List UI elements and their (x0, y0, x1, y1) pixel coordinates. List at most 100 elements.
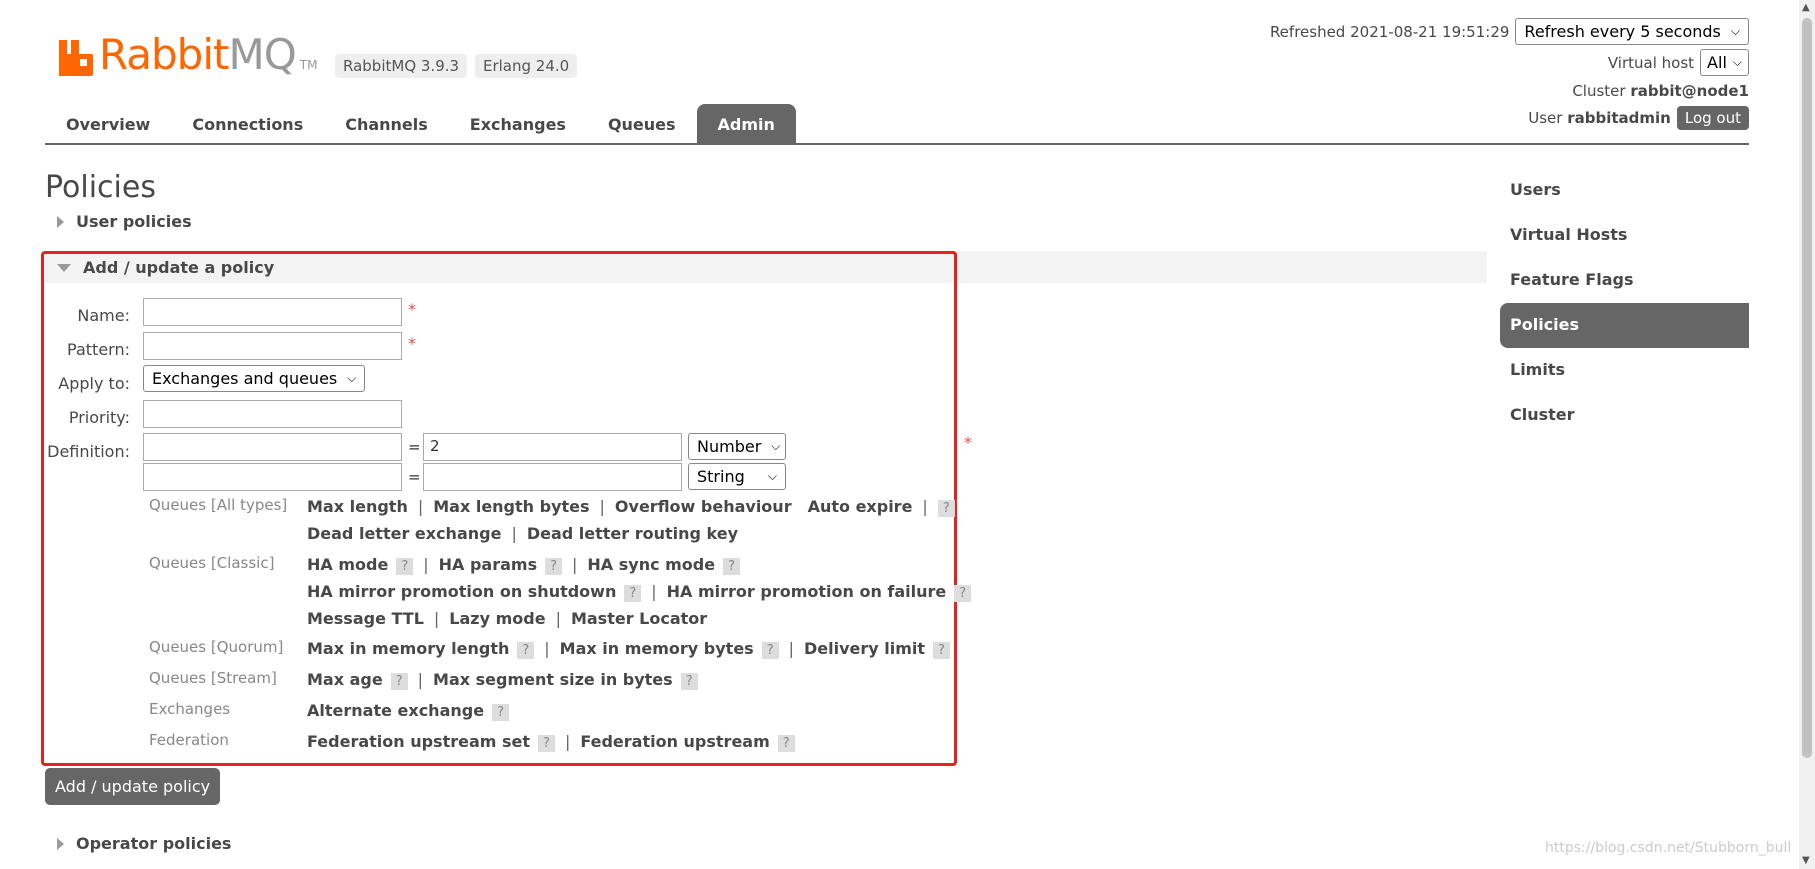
help-icon[interactable]: ? (396, 558, 414, 575)
virtual-host-select[interactable]: All ⌵ (1700, 49, 1749, 76)
help-icon[interactable]: ? (492, 704, 509, 721)
cluster-name: rabbit@node1 (1630, 82, 1749, 100)
operator-policies-toggle[interactable]: Operator policies (45, 834, 231, 853)
option-ha-sync-mode[interactable]: HA sync mode (587, 555, 715, 574)
option-delivery-limit[interactable]: Delivery limit (804, 639, 925, 658)
help-icon[interactable]: ? (624, 585, 642, 602)
option-max-segment-size[interactable]: Max segment size in bytes (433, 670, 673, 689)
option-federation-upstream-set[interactable]: Federation upstream set (307, 732, 530, 751)
chevron-down-icon: ⌵ (1732, 55, 1742, 69)
separator: | (788, 639, 794, 658)
current-user: rabbitadmin (1567, 109, 1671, 127)
pattern-input[interactable] (143, 332, 402, 360)
separator: | (544, 639, 550, 658)
rabbitmq-version-badge: RabbitMQ 3.9.3 (335, 54, 468, 78)
option-auto-expire[interactable]: Auto expire (808, 497, 913, 516)
definition-value-input[interactable]: 2 (423, 433, 682, 461)
pattern-label: Pattern: (67, 340, 130, 359)
scroll-up-icon[interactable]: ▲ (1802, 2, 1810, 13)
option-ha-promotion-shutdown[interactable]: HA mirror promotion on shutdown (307, 582, 616, 601)
tab-queues[interactable]: Queues (587, 104, 697, 144)
options-queues-classic-line1: HA mode? | HA params? | HA sync mode? (307, 555, 741, 575)
apply-to-select[interactable]: Exchanges and queues ⌵ (143, 365, 366, 392)
cluster-label: Cluster (1572, 82, 1626, 100)
erlang-version-badge: Erlang 24.0 (475, 54, 578, 78)
tab-admin[interactable]: Admin (696, 104, 796, 144)
definition-type-select-2[interactable]: String ⌵ (688, 463, 786, 490)
priority-input[interactable] (143, 400, 402, 428)
logo-text-mq: MQ (228, 30, 296, 79)
user-policies-toggle[interactable]: User policies (45, 212, 192, 231)
sidebar-item-feature-flags[interactable]: Feature Flags (1500, 258, 1749, 303)
definition-key-input[interactable] (143, 433, 402, 461)
help-icon[interactable]: ? (390, 673, 408, 690)
option-max-in-memory-bytes[interactable]: Max in memory bytes (560, 639, 754, 658)
help-icon[interactable]: ? (761, 642, 779, 659)
separator: | (417, 497, 424, 516)
user-policies-heading: User policies (76, 212, 192, 231)
refresh-interval-select[interactable]: Refresh every 5 seconds ⌵ (1515, 18, 1749, 45)
option-alternate-exchange[interactable]: Alternate exchange (307, 701, 484, 720)
expand-arrow-icon (57, 837, 64, 850)
option-message-ttl[interactable]: Message TTL (307, 609, 424, 628)
expand-arrow-icon (57, 215, 64, 228)
category-queues-classic: Queues [Classic] (149, 554, 275, 572)
option-dead-letter-exchange[interactable]: Dead letter exchange (307, 524, 501, 543)
add-update-policy-button[interactable]: Add / update policy (45, 768, 221, 805)
tab-channels[interactable]: Channels (324, 104, 449, 144)
tab-overview[interactable]: Overview (45, 104, 171, 144)
rabbitmq-logo-icon (59, 40, 93, 76)
logout-button[interactable]: Log out (1676, 106, 1749, 130)
pattern-required-mark: * (408, 334, 416, 353)
separator: | (922, 497, 928, 516)
category-queues-stream: Queues [Stream] (149, 669, 277, 687)
option-ha-mode[interactable]: HA mode (307, 555, 388, 574)
option-max-in-memory-length[interactable]: Max in memory length (307, 639, 509, 658)
help-icon[interactable]: ? (933, 642, 950, 659)
name-input[interactable] (143, 298, 402, 326)
refreshed-timestamp: Refreshed 2021-08-21 19:51:29 (1269, 22, 1510, 41)
option-ha-params[interactable]: HA params (439, 555, 537, 574)
definition-type-value-2: String (697, 467, 745, 486)
option-federation-upstream[interactable]: Federation upstream (580, 732, 769, 751)
chevron-down-icon: ⌵ (767, 469, 777, 483)
option-overflow-behaviour[interactable]: Overflow behaviour (615, 497, 792, 516)
admin-sidebar: Users Virtual Hosts Feature Flags Polici… (1500, 168, 1749, 438)
option-dead-letter-routing-key[interactable]: Dead letter routing key (527, 524, 738, 543)
option-max-length[interactable]: Max length (307, 497, 408, 516)
category-queues-all: Queues [All types] (149, 496, 288, 514)
help-icon[interactable]: ? (545, 558, 562, 575)
vertical-scrollbar[interactable]: ▲ ▼ (1799, 0, 1815, 869)
category-exchanges: Exchanges (149, 700, 231, 718)
option-ha-promotion-failure[interactable]: HA mirror promotion on failure (667, 582, 947, 601)
sidebar-item-policies[interactable]: Policies (1500, 303, 1749, 348)
help-icon[interactable]: ? (723, 558, 741, 575)
option-master-locator[interactable]: Master Locator (571, 609, 707, 628)
help-icon[interactable]: ? (777, 735, 795, 752)
help-icon[interactable]: ? (954, 585, 972, 602)
option-max-age[interactable]: Max age (307, 670, 383, 689)
sidebar-item-limits[interactable]: Limits (1500, 348, 1749, 393)
sidebar-item-users[interactable]: Users (1500, 168, 1749, 213)
category-queues-quorum: Queues [Quorum] (149, 638, 284, 656)
tab-exchanges[interactable]: Exchanges (449, 104, 587, 144)
sidebar-item-cluster[interactable]: Cluster (1500, 393, 1749, 438)
help-icon[interactable]: ? (517, 642, 535, 659)
help-icon[interactable]: ? (538, 735, 555, 752)
help-icon[interactable]: ? (680, 673, 698, 690)
equals-sign: = (408, 438, 421, 456)
definition-value-input-2[interactable] (423, 463, 682, 491)
definition-key-input-2[interactable] (143, 463, 402, 491)
logo-trademark: TM (299, 58, 318, 72)
tab-connections[interactable]: Connections (171, 104, 324, 144)
sidebar-item-virtual-hosts[interactable]: Virtual Hosts (1500, 213, 1749, 258)
options-federation: Federation upstream set? | Federation upst… (307, 732, 795, 752)
options-queues-classic-line2: HA mirror promotion on shutdown? | HA mirr… (307, 582, 972, 602)
definition-type-select[interactable]: Number ⌵ (688, 433, 786, 460)
scrollbar-thumb[interactable] (1802, 18, 1812, 758)
main-nav-tabs: Overview Connections Channels Exchanges … (45, 104, 796, 144)
option-max-length-bytes[interactable]: Max length bytes (433, 497, 589, 516)
scroll-down-icon[interactable]: ▼ (1802, 855, 1810, 866)
help-icon[interactable]: ? (937, 500, 955, 517)
option-lazy-mode[interactable]: Lazy mode (449, 609, 545, 628)
